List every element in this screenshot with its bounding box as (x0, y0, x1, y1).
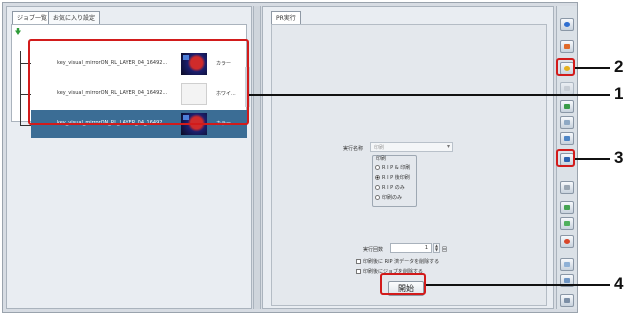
count-label: 実行回数 (363, 247, 384, 253)
leader-line-4 (426, 284, 610, 286)
checkbox-icon (356, 259, 361, 264)
leader-line-2 (575, 67, 610, 69)
delete-rip-data-checkbox[interactable]: 印刷後に RIP 済データを削除する (356, 258, 439, 265)
radio-print-only[interactable]: 印刷のみ (375, 194, 402, 201)
settings-tool-icon[interactable] (560, 40, 574, 53)
exec-name-select[interactable]: 印刷 ▾ (370, 142, 453, 152)
callout-number-2: 2 (614, 57, 624, 76)
info-tool-icon[interactable] (560, 18, 574, 31)
radio-print-after-rip[interactable]: R I P 後印刷 (375, 174, 410, 181)
merge-tool-icon[interactable] (560, 181, 574, 194)
callout-box-2 (556, 58, 575, 76)
download-arrow-icon[interactable] (15, 28, 21, 35)
callout-number-1: 1 (614, 84, 624, 103)
print-group-label: 印刷 (376, 156, 387, 162)
tab-favorites[interactable]: お気に入り設定 (48, 11, 101, 24)
count-value: 1 (424, 245, 428, 251)
palette-tool-icon[interactable] (560, 235, 574, 248)
callout-number-4: 4 (614, 274, 624, 293)
copy-tool-icon[interactable] (560, 116, 574, 129)
radio-icon (375, 185, 380, 190)
radio-selected-icon (375, 175, 380, 180)
tree-branch (20, 125, 31, 126)
layout-tool-icon[interactable] (560, 132, 574, 145)
count-stepper[interactable]: ▲ ▼ (433, 243, 440, 253)
tab-job-list[interactable]: ジョブ一覧 (12, 11, 53, 24)
leader-line-1 (249, 94, 610, 96)
radio-icon (375, 195, 380, 200)
count-input[interactable]: 1 (390, 243, 432, 253)
count-unit: 回 (442, 247, 448, 253)
print-execution-panel: PR実行 実行名称 印刷 ▾ 印刷 R I P & 印刷 R I P 後印刷 R… (262, 6, 554, 309)
leader-line-3 (575, 158, 610, 160)
down-tool-icon[interactable] (560, 217, 574, 230)
radio-icon (375, 165, 380, 170)
up-tool-icon[interactable] (560, 201, 574, 214)
chevron-down-icon[interactable]: ▾ (447, 143, 450, 150)
trash-tool-icon[interactable] (560, 294, 574, 307)
exec-name-label: 実行名称 (343, 146, 364, 152)
callout-box-3 (556, 149, 575, 167)
radio-rip-and-print[interactable]: R I P & 印刷 (375, 164, 410, 171)
exec-name-value: 印刷 (374, 145, 385, 151)
checkbox-icon (356, 269, 361, 274)
panel-splitter[interactable] (253, 6, 261, 309)
document-tool-icon[interactable] (560, 258, 574, 271)
radio-rip-only[interactable]: R I P のみ (375, 184, 405, 191)
callout-box-4 (380, 273, 426, 295)
callout-box-1 (28, 39, 249, 125)
callout-number-3: 3 (614, 148, 624, 167)
add-tool-icon[interactable] (560, 100, 574, 113)
tab-pr-execute[interactable]: PR実行 (271, 11, 301, 24)
